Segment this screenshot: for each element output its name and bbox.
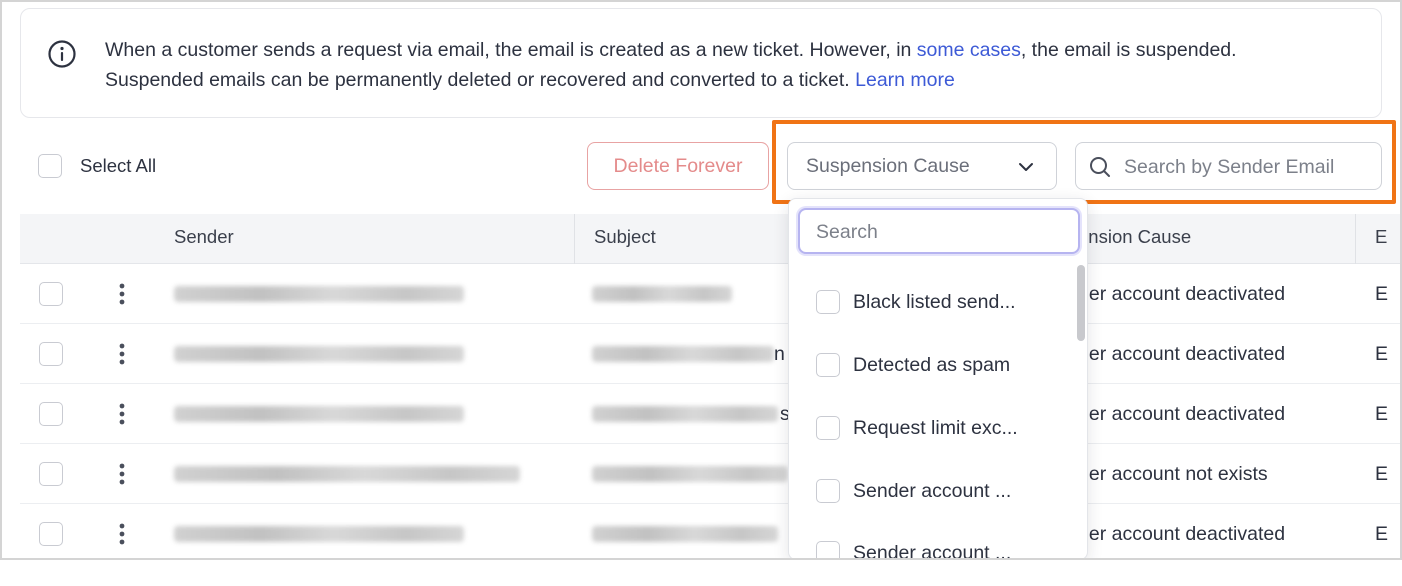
- sender-redacted: [174, 406, 464, 422]
- option-checkbox[interactable]: [816, 479, 840, 503]
- dropdown-search-field[interactable]: [798, 208, 1080, 254]
- option-label: Detected as spam: [853, 353, 1011, 376]
- subject-redacted: [592, 406, 778, 422]
- next-column-cell: E: [1375, 523, 1389, 545]
- column-divider: [1355, 214, 1356, 264]
- option-label: Sender account ...: [853, 541, 1012, 560]
- option-checkbox[interactable]: [816, 290, 840, 314]
- table-row[interactable]: n der account deactivated E: [20, 324, 1400, 384]
- table-row[interactable]: der account deactivated E: [20, 504, 1400, 558]
- subject-redacted: [592, 466, 788, 482]
- subject-redacted: [592, 286, 732, 302]
- suspended-emails-panel: When a customer sends a request via emai…: [0, 0, 1402, 560]
- next-column-cell: E: [1375, 283, 1389, 305]
- row-checkbox[interactable]: [39, 342, 63, 366]
- suspension-cause-cell: der account not exists: [1078, 463, 1268, 485]
- sender-redacted: [174, 346, 464, 362]
- sender-redacted: [174, 526, 464, 542]
- select-all-checkbox[interactable]: [38, 154, 62, 178]
- column-header-sender[interactable]: Sender: [174, 214, 234, 264]
- row-checkbox[interactable]: [39, 462, 63, 486]
- select-all-label: Select All: [80, 155, 157, 176]
- subject-redacted: [592, 526, 778, 542]
- dropdown-search-input[interactable]: [816, 218, 1066, 246]
- table-row[interactable]: der account deactivated E: [20, 264, 1400, 324]
- chevron-down-icon: [1019, 163, 1033, 171]
- suspension-cause-dropdown: Black listed send... Detected as spam Re…: [788, 198, 1088, 560]
- some-cases-link[interactable]: some cases: [917, 39, 1021, 61]
- suspension-cause-cell: der account deactivated: [1078, 523, 1286, 545]
- banner-text-part: When a customer sends a request via emai…: [105, 39, 917, 61]
- suspension-cause-select[interactable]: Suspension Cause: [787, 142, 1057, 190]
- suspension-cause-cell: der account deactivated: [1078, 343, 1286, 365]
- sender-email-search[interactable]: [1075, 142, 1382, 190]
- option-checkbox[interactable]: [816, 416, 840, 440]
- dropdown-option[interactable]: Sender account ...: [816, 479, 1056, 503]
- dropdown-scrollbar[interactable]: [1077, 265, 1085, 341]
- table-row[interactable]: der account not exists E: [20, 444, 1400, 504]
- next-column-cell: E: [1375, 403, 1389, 425]
- sender-redacted: [174, 286, 464, 302]
- select-all[interactable]: Select All: [38, 154, 156, 178]
- option-label: Sender account ...: [853, 479, 1012, 502]
- learn-more-link[interactable]: Learn more: [855, 69, 955, 91]
- search-icon: [1090, 157, 1110, 177]
- more-actions-icon[interactable]: [116, 520, 128, 548]
- sender-email-search-input[interactable]: [1124, 151, 1374, 183]
- dropdown-option[interactable]: Request limit exc...: [816, 416, 1056, 440]
- option-checkbox[interactable]: [816, 353, 840, 377]
- more-actions-icon[interactable]: [116, 280, 128, 308]
- row-checkbox[interactable]: [39, 282, 63, 306]
- column-header-subject[interactable]: Subject: [594, 214, 656, 264]
- option-label: Black listed send...: [853, 290, 1016, 313]
- column-header-suspension-cause[interactable]: ension Cause: [1078, 214, 1191, 264]
- column-header-next[interactable]: E: [1375, 214, 1387, 264]
- dropdown-option[interactable]: Detected as spam: [816, 353, 1056, 377]
- option-label: Request limit exc...: [853, 416, 1018, 439]
- column-divider: [574, 214, 575, 264]
- suspension-cause-cell: der account deactivated: [1078, 283, 1286, 305]
- next-column-cell: E: [1375, 463, 1389, 485]
- suspension-cause-placeholder: Suspension Cause: [806, 154, 970, 177]
- table-row[interactable]: s der account deactivated E: [20, 384, 1400, 444]
- subject-cell-tail: n: [774, 343, 785, 365]
- info-icon: [48, 40, 76, 68]
- sender-redacted: [174, 466, 520, 482]
- subject-redacted: [592, 346, 774, 362]
- more-actions-icon[interactable]: [116, 340, 128, 368]
- dropdown-option[interactable]: Black listed send...: [816, 290, 1056, 314]
- row-checkbox[interactable]: [39, 402, 63, 426]
- info-banner: When a customer sends a request via emai…: [20, 8, 1382, 118]
- option-checkbox[interactable]: [816, 541, 840, 558]
- table-header: Sender Subject ension Cause E: [20, 214, 1400, 264]
- banner-text: When a customer sends a request via emai…: [105, 35, 1325, 95]
- more-actions-icon[interactable]: [116, 460, 128, 488]
- row-checkbox[interactable]: [39, 522, 63, 546]
- dropdown-option[interactable]: Sender account ...: [816, 541, 1056, 560]
- next-column-cell: E: [1375, 343, 1389, 365]
- delete-forever-button[interactable]: Delete Forever: [587, 142, 769, 190]
- suspension-cause-cell: der account deactivated: [1078, 403, 1286, 425]
- more-actions-icon[interactable]: [116, 400, 128, 428]
